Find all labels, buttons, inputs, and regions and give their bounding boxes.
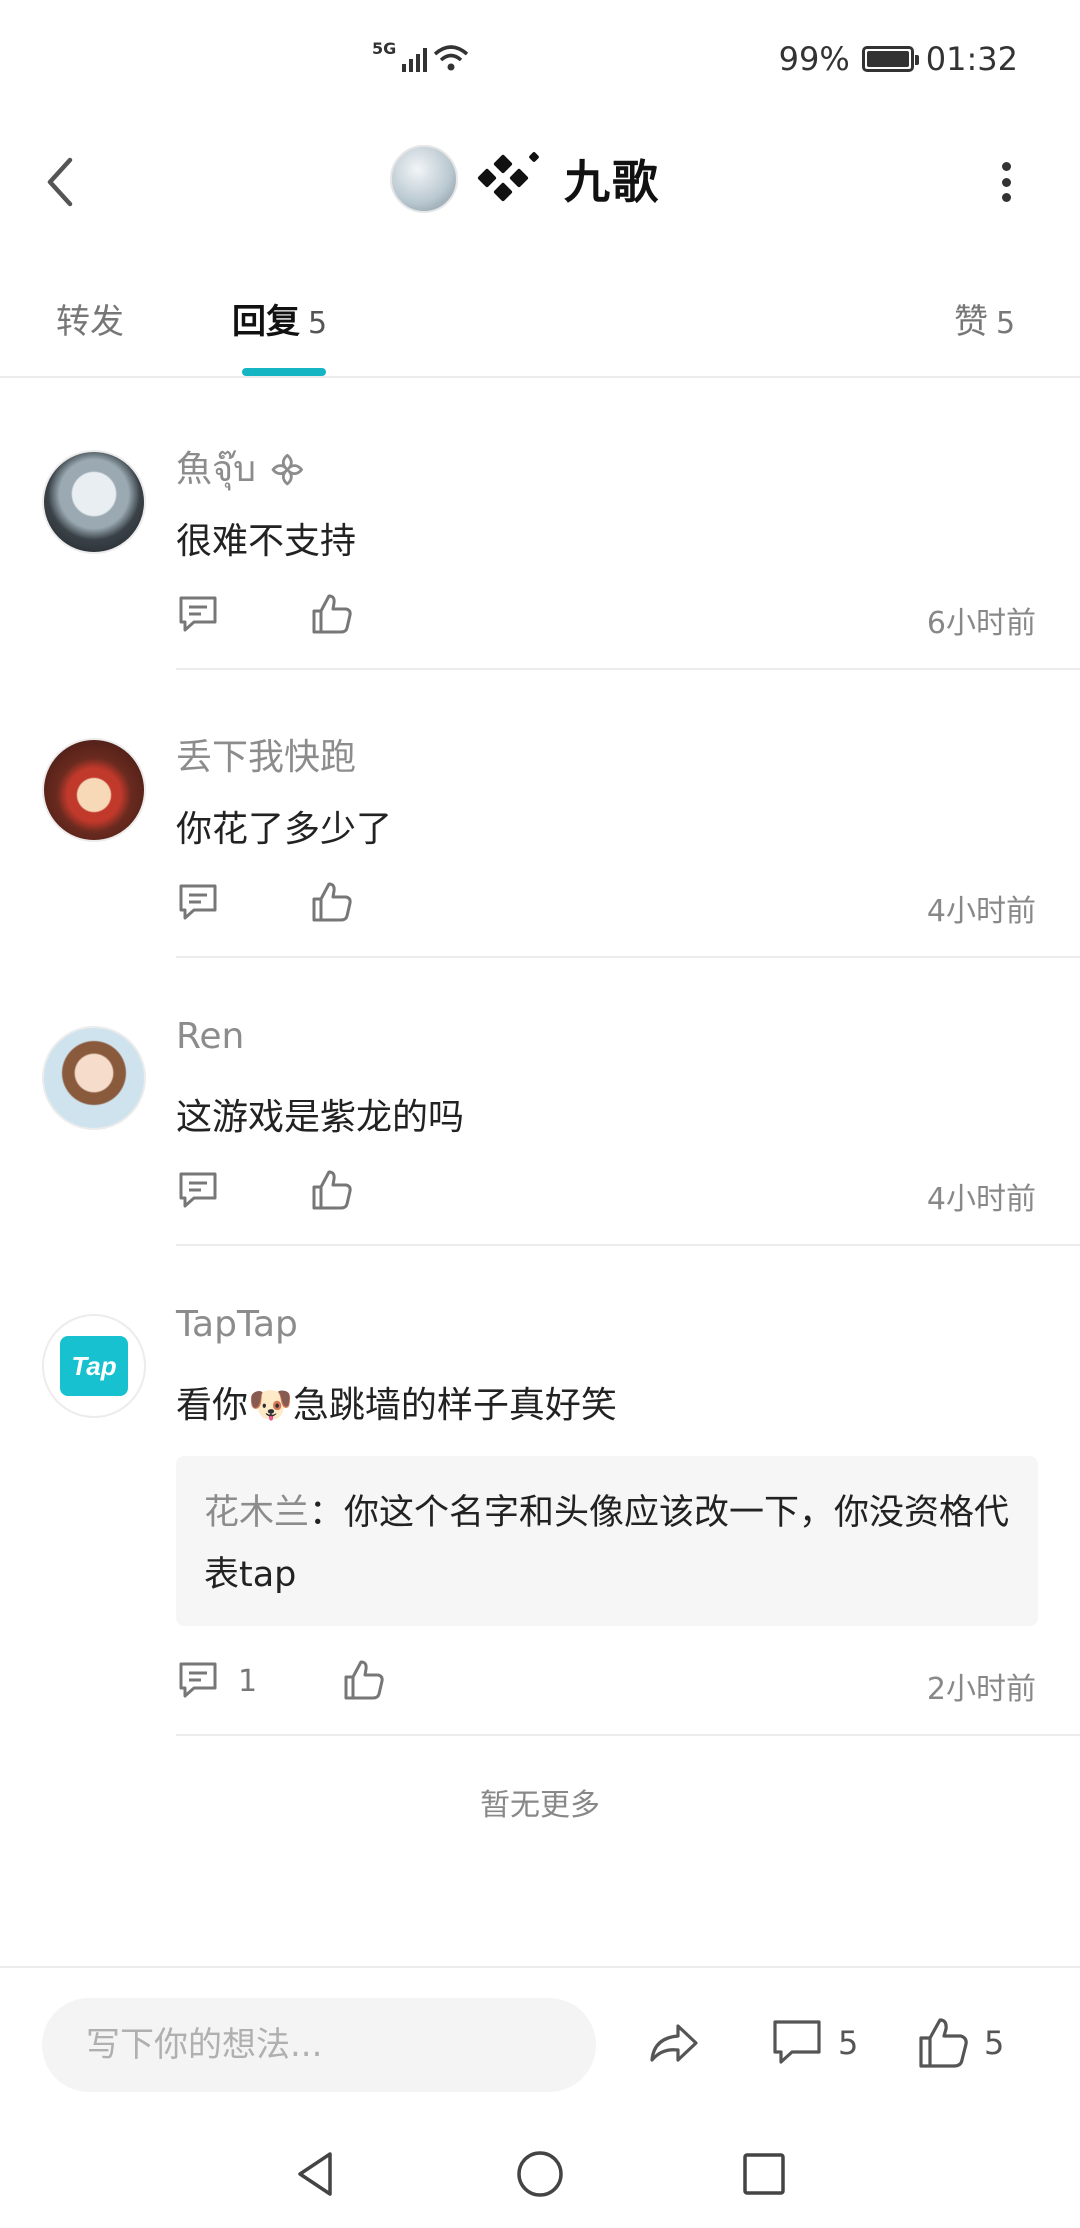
commenter-avatar[interactable]	[42, 738, 146, 842]
tab-label: 转发	[56, 302, 124, 342]
network-type: 5G	[372, 39, 397, 58]
share-icon[interactable]	[646, 2016, 700, 2070]
tab-reposts[interactable]: 转发	[56, 294, 124, 343]
comment-text: 你花了多少了	[176, 809, 393, 850]
commenter-name[interactable]: Ren	[176, 1016, 244, 1057]
divider	[176, 668, 1080, 670]
dog-emoji: 🐶	[248, 1385, 293, 1426]
author-badge-icon	[476, 149, 546, 209]
tab-label: 回复	[232, 302, 300, 342]
tab-likes[interactable]: 赞5	[954, 294, 1015, 343]
comment-icon[interactable]	[770, 2016, 824, 2070]
commenter-avatar[interactable]	[42, 1026, 146, 1130]
tab-bar: 转发 回复 5 赞5	[0, 270, 1080, 378]
status-bar: 5G 99% 01:32	[0, 0, 1080, 110]
nav-home-icon[interactable]	[512, 2146, 568, 2202]
author-name: 九歌	[564, 155, 660, 209]
reply-icon[interactable]	[176, 1168, 220, 1212]
tab-label: 赞	[954, 302, 988, 342]
author-avatar[interactable]	[390, 145, 458, 213]
reply-icon[interactable]	[176, 880, 220, 924]
divider	[176, 1244, 1080, 1246]
reply-separator: ：	[309, 1493, 345, 1533]
no-more-text: 暂无更多	[480, 1788, 600, 1823]
comment-text-part: 急跳墙的样子真好笑	[292, 1385, 617, 1426]
comment-text: 看你🐶急跳墙的样子真好笑	[176, 1376, 617, 1428]
comment-text: 这游戏是紫龙的吗	[176, 1097, 465, 1138]
top-app-bar: 九歌	[0, 110, 1080, 250]
comment-count: 5	[838, 2024, 859, 2062]
comment-text: 很难不支持	[176, 521, 357, 562]
like-count: 5	[984, 2024, 1005, 2062]
network-indicator: 5G	[372, 39, 469, 72]
like-icon[interactable]	[310, 592, 354, 636]
taptap-logo-text: Tap	[71, 1350, 117, 1381]
author-info[interactable]: 九歌	[390, 145, 660, 213]
comment-input[interactable]: 写下你的想法...	[42, 1998, 596, 2092]
commenter-avatar[interactable]	[42, 450, 146, 554]
reply-author[interactable]: 花木兰	[204, 1493, 309, 1533]
like-icon[interactable]	[342, 1658, 386, 1702]
more-options-icon[interactable]	[1000, 162, 1012, 202]
system-nav-bar	[0, 2120, 1080, 2228]
divider	[176, 956, 1080, 958]
tab-count: 5	[996, 306, 1016, 341]
back-arrow-icon[interactable]	[40, 152, 80, 212]
comment-text-part: 看你	[176, 1385, 249, 1426]
commenter-avatar[interactable]: Tap	[42, 1314, 146, 1418]
tab-replies[interactable]: 回复 5	[232, 294, 327, 343]
nav-recents-icon[interactable]	[736, 2146, 792, 2202]
commenter-name[interactable]: 丢下我快跑	[176, 728, 356, 780]
taptap-logo: Tap	[60, 1336, 128, 1396]
comment-time: 4小时前	[926, 1182, 1036, 1217]
signal-icon	[402, 46, 428, 72]
bottom-action-bar: 写下你的想法... 5 5	[0, 1966, 1080, 2120]
like-icon[interactable]	[310, 880, 354, 924]
divider	[176, 1734, 1080, 1736]
tab-count: 5	[308, 306, 328, 341]
reply-preview[interactable]: 花木兰：你这个名字和头像应该改一下，你没资格代表tap	[176, 1456, 1038, 1626]
wifi-icon	[434, 45, 469, 71]
nav-back-icon[interactable]	[288, 2146, 344, 2202]
commenter-name[interactable]: 魚จุ๊บ ᯽	[176, 440, 307, 497]
commenter-name[interactable]: TapTap	[176, 1304, 298, 1345]
like-icon[interactable]	[916, 2016, 970, 2070]
reply-icon[interactable]	[176, 592, 220, 636]
comment-time: 2小时前	[926, 1672, 1036, 1707]
comment-time: 4小时前	[926, 894, 1036, 929]
comment-time: 6小时前	[926, 606, 1036, 641]
battery-icon	[861, 46, 919, 72]
reply-count: 1	[238, 1664, 258, 1699]
battery-percent: 99%	[778, 40, 850, 78]
like-icon[interactable]	[310, 1168, 354, 1212]
clock: 01:32	[925, 40, 1018, 78]
reply-icon[interactable]	[176, 1658, 220, 1702]
active-tab-indicator	[242, 368, 326, 376]
